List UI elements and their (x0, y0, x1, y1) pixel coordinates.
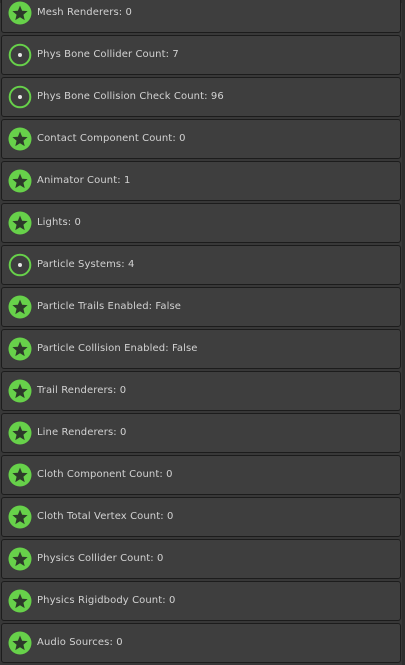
star-icon (8, 463, 32, 487)
stat-row[interactable]: Phys Bone Collision Check Count: 96 (1, 77, 401, 117)
star-icon (8, 1, 32, 25)
stat-row[interactable]: Particle Collision Enabled: False (1, 329, 401, 369)
star-icon (8, 421, 32, 445)
star-icon (8, 631, 32, 655)
stat-label: Physics Collider Count: 0 (37, 553, 164, 564)
stat-label: Phys Bone Collision Check Count: 96 (37, 91, 224, 102)
stat-label: Particle Systems: 4 (37, 259, 135, 270)
stat-label: Mesh Renderers: 0 (37, 7, 132, 18)
stat-row[interactable]: Cloth Component Count: 0 (1, 455, 401, 495)
star-icon (8, 127, 32, 151)
stat-row[interactable]: Particle Trails Enabled: False (1, 287, 401, 327)
performance-stats-list: Mesh Renderers: 0 Phys Bone Collider Coun… (0, 0, 405, 665)
star-icon (8, 547, 32, 571)
stat-row[interactable]: Audio Sources: 0 (1, 623, 401, 663)
stat-label: Phys Bone Collider Count: 7 (37, 49, 179, 60)
star-icon (8, 589, 32, 613)
star-icon (8, 295, 32, 319)
stat-row[interactable]: Trail Renderers: 0 (1, 371, 401, 411)
stat-label: Contact Component Count: 0 (37, 133, 186, 144)
star-icon (8, 169, 32, 193)
circle-icon (8, 253, 32, 277)
stat-label: Particle Trails Enabled: False (37, 301, 182, 312)
stat-label: Trail Renderers: 0 (37, 385, 127, 396)
stat-label: Particle Collision Enabled: False (37, 343, 198, 354)
stat-label: Cloth Component Count: 0 (37, 469, 173, 480)
stat-label: Lights: 0 (37, 217, 81, 228)
star-icon (8, 211, 32, 235)
circle-icon (8, 43, 32, 67)
star-icon (8, 505, 32, 529)
stat-row[interactable]: Animator Count: 1 (1, 161, 401, 201)
stat-row[interactable]: Cloth Total Vertex Count: 0 (1, 497, 401, 537)
stat-row[interactable]: Physics Collider Count: 0 (1, 539, 401, 579)
stat-label: Cloth Total Vertex Count: 0 (37, 511, 174, 522)
stat-row[interactable]: Particle Systems: 4 (1, 245, 401, 285)
stat-label: Physics Rigidbody Count: 0 (37, 595, 176, 606)
star-icon (8, 379, 32, 403)
stat-row[interactable]: Physics Rigidbody Count: 0 (1, 581, 401, 621)
stat-label: Audio Sources: 0 (37, 637, 123, 648)
circle-icon (8, 85, 32, 109)
stat-row[interactable]: Lights: 0 (1, 203, 401, 243)
stat-row[interactable]: Contact Component Count: 0 (1, 119, 401, 159)
stat-label: Animator Count: 1 (37, 175, 131, 186)
stat-row[interactable]: Line Renderers: 0 (1, 413, 401, 453)
stat-label: Line Renderers: 0 (37, 427, 127, 438)
stat-row[interactable]: Mesh Renderers: 0 (1, 0, 401, 33)
stat-row[interactable]: Phys Bone Collider Count: 7 (1, 35, 401, 75)
star-icon (8, 337, 32, 361)
